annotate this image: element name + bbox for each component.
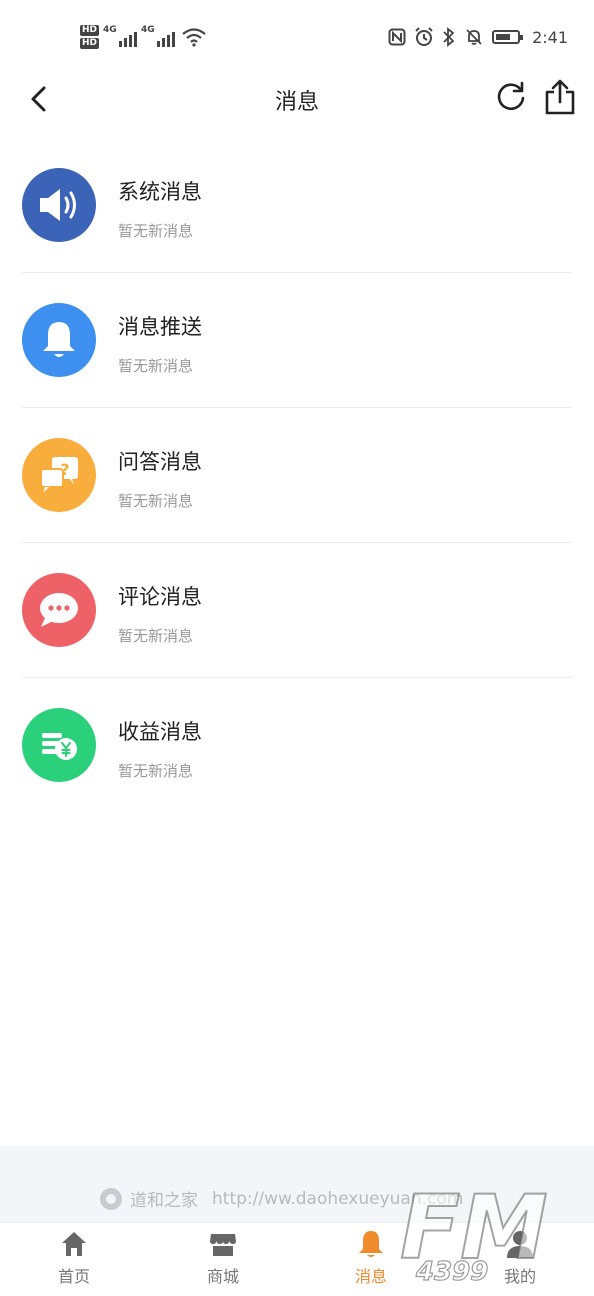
hd-badge: HD (80, 25, 100, 36)
network-type: 4G (141, 25, 155, 35)
hd-badges: HD HD (80, 25, 100, 49)
tab-label: 商城 (206, 1267, 239, 1286)
wifi-icon (182, 28, 206, 47)
signal-icon: 4G (103, 25, 138, 47)
battery-icon (492, 30, 524, 44)
message-item-comment[interactable]: 评论消息 暂无新消息 (0, 543, 594, 678)
nfc-icon (388, 28, 406, 46)
message-title: 消息推送 (118, 315, 202, 339)
bluetooth-icon (443, 27, 455, 47)
brand-logo-icon (100, 1187, 122, 1210)
message-title: 系统消息 (118, 180, 202, 204)
message-subtitle: 暂无新消息 (118, 627, 194, 645)
comment-icon (22, 573, 96, 647)
message-item-system[interactable]: 系统消息 暂无新消息 (0, 138, 594, 273)
bell-icon (359, 1231, 383, 1257)
tab-store[interactable]: 商城 (178, 1229, 268, 1287)
status-bar: HD HD 4G 4G 2:41 (0, 0, 594, 70)
mute-bell-icon (466, 29, 482, 45)
store-icon (210, 1234, 236, 1256)
svg-text:?: ? (60, 460, 69, 479)
qa-icon: ? (22, 438, 96, 512)
speaker-icon (22, 168, 96, 242)
message-item-qa[interactable]: ? 问答消息 暂无新消息 (0, 408, 594, 543)
message-title: 收益消息 (118, 720, 202, 744)
message-subtitle: 暂无新消息 (118, 357, 194, 375)
home-icon (62, 1232, 86, 1256)
message-subtitle: 暂无新消息 (118, 492, 194, 510)
alarm-icon (415, 27, 433, 46)
watermark-small: 4399 (415, 1257, 488, 1287)
status-right: 2:41 (388, 22, 568, 52)
message-title: 评论消息 (118, 585, 202, 609)
share-button[interactable] (542, 78, 578, 116)
message-title: 问答消息 (118, 450, 202, 474)
tab-home[interactable]: 首页 (29, 1229, 119, 1287)
nav-header: 消息 (0, 70, 594, 134)
refresh-button[interactable] (494, 80, 528, 114)
network-type: 4G (103, 25, 117, 35)
message-list: 系统消息 暂无新消息 消息推送 暂无新消息 ? 问答消息 暂无新消息 评论消息 … (0, 138, 594, 813)
status-left: HD HD 4G 4G (80, 20, 207, 54)
bell-icon (22, 303, 96, 377)
status-time: 2:41 (532, 27, 568, 47)
brand-name: 道和之家 (130, 1191, 198, 1211)
signal-icon: 4G (141, 25, 176, 47)
message-item-push[interactable]: 消息推送 暂无新消息 (0, 273, 594, 408)
tab-label: 首页 (57, 1267, 90, 1286)
message-subtitle: 暂无新消息 (118, 762, 194, 780)
hd-badge: HD (80, 38, 100, 49)
message-item-earnings[interactable]: 收益消息 暂无新消息 (0, 678, 594, 813)
watermark-logo: FM 4399 (399, 1180, 549, 1288)
coins-yen-icon (22, 708, 96, 782)
message-subtitle: 暂无新消息 (118, 222, 194, 240)
